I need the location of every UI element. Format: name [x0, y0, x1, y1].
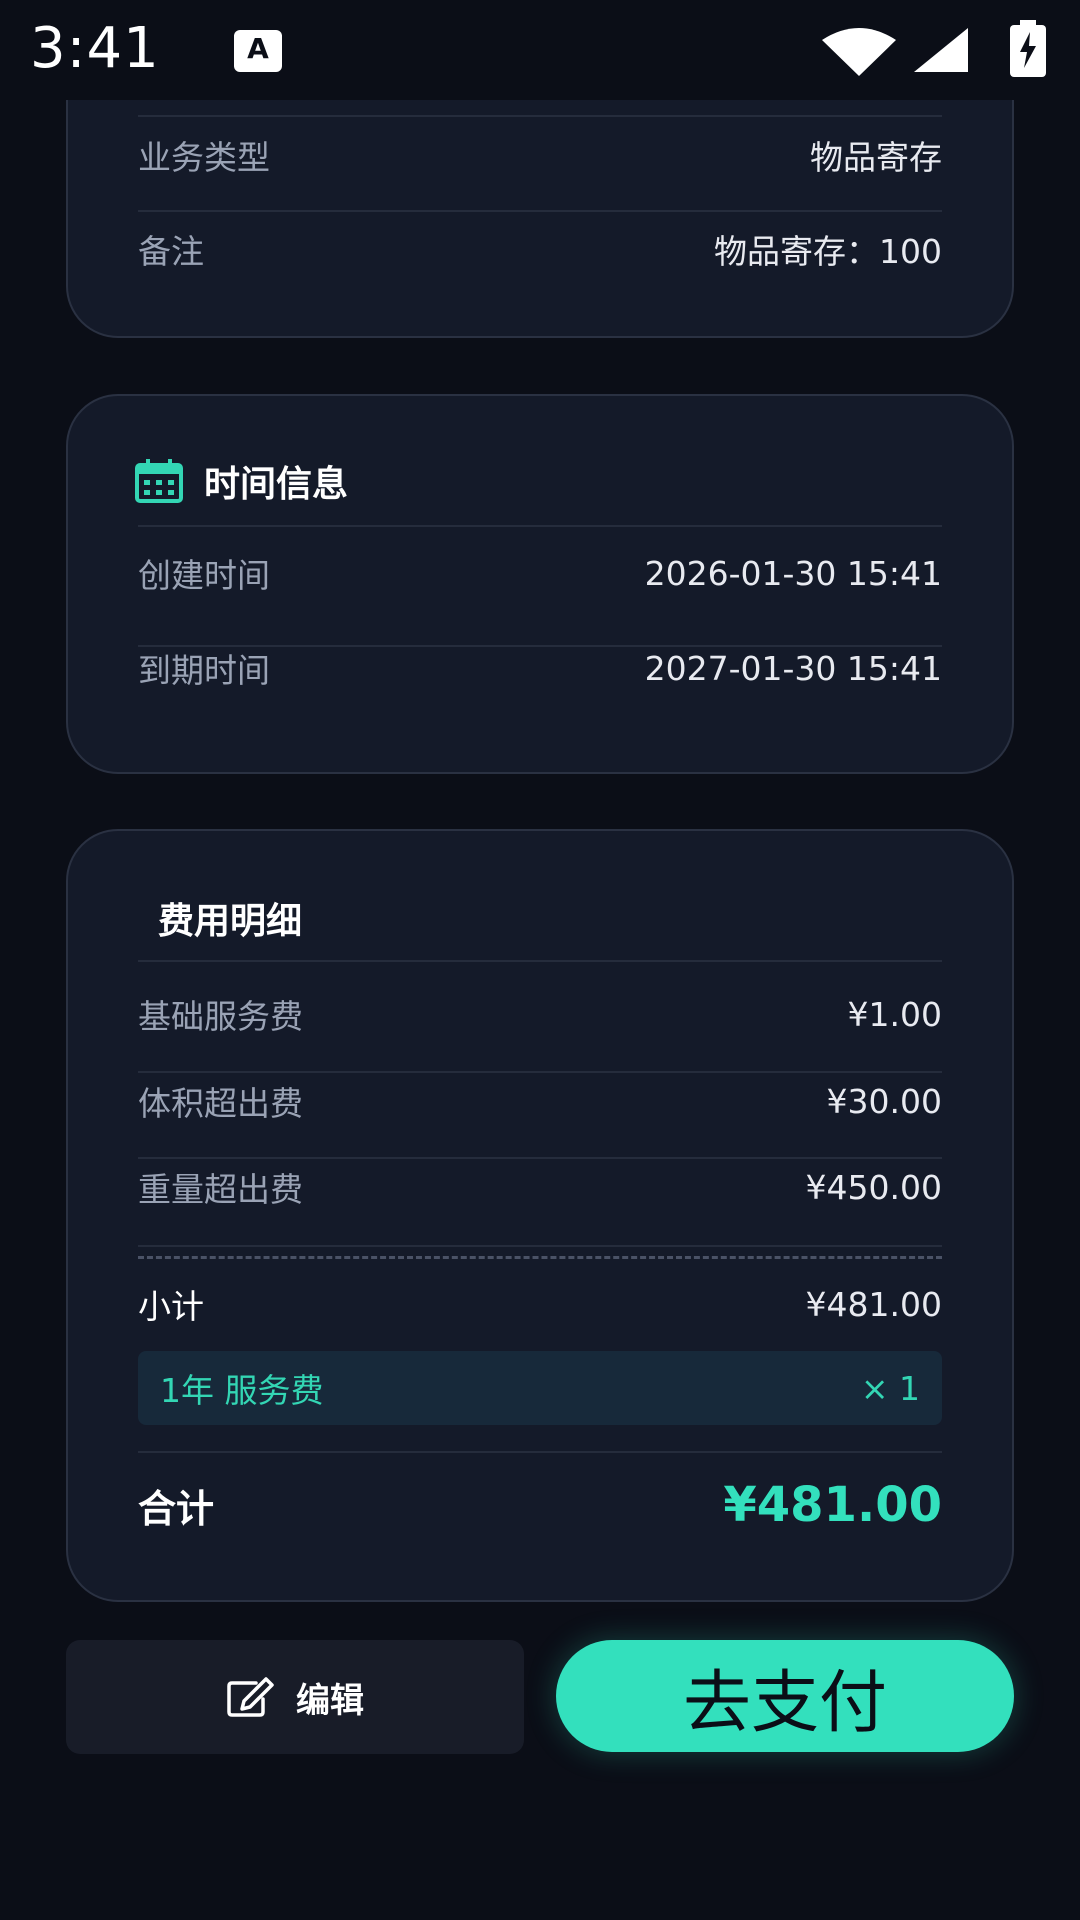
time-info-header: 时间信息: [134, 456, 348, 506]
fee-detail-card: 费用明细 基础服务费 ¥1.00 体积超出费 ¥30.00 重量超出费 ¥450…: [66, 829, 1014, 1602]
total-row: 合计 ¥481.00: [138, 1467, 942, 1543]
row-label: 基础服务费: [138, 997, 303, 1036]
row-label: 重量超出费: [138, 1170, 303, 1209]
status-time: 3:41: [30, 16, 160, 81]
fee-row-base: 基础服务费 ¥1.00: [138, 972, 942, 1056]
subtotal-value: ¥481.00: [805, 1284, 942, 1324]
row-label: 业务类型: [138, 138, 270, 177]
pay-button[interactable]: 去支付: [556, 1640, 1014, 1752]
section-title: 时间信息: [204, 464, 349, 505]
battery-charging-icon: [1010, 20, 1046, 77]
app-notification-icon: A: [234, 30, 282, 72]
info-row-remark: 备注 物品寄存：100: [138, 204, 942, 294]
pay-button-label: 去支付: [682, 1663, 887, 1743]
row-label: 创建时间: [138, 556, 270, 595]
row-value: 物品寄存: [810, 138, 942, 177]
time-row-expire: 到期时间 2027-01-30 15:41: [138, 623, 942, 713]
row-value: ¥1.00: [847, 994, 942, 1034]
fee-row-weight: 重量超出费 ¥450.00: [138, 1145, 942, 1229]
section-title: 费用明细: [158, 901, 303, 942]
row-label: 到期时间: [138, 651, 270, 690]
subtotal-label: 小计: [138, 1287, 204, 1326]
fee-detail-header: 费用明细: [158, 893, 302, 943]
row-label: 备注: [138, 232, 204, 271]
time-info-card: 时间信息 创建时间 2026-01-30 15:41 到期时间 2027-01-…: [66, 394, 1014, 774]
subtotal-row: 小计 ¥481.00: [138, 1263, 942, 1345]
service-duration-tag: 1年 服务费 × 1: [138, 1351, 942, 1425]
row-value: ¥450.00: [805, 1167, 942, 1207]
divider: [138, 1451, 942, 1453]
service-tag-quantity: × 1: [860, 1368, 920, 1408]
row-value: 2026-01-30 15:41: [644, 553, 942, 593]
total-label: 合计: [138, 1486, 215, 1531]
status-bar: 3:41 A: [0, 0, 1080, 100]
row-value: 2027-01-30 15:41: [644, 648, 942, 688]
dashed-divider: [138, 1256, 942, 1259]
edit-button-label: 编辑: [296, 1680, 364, 1721]
row-value: ¥30.00: [826, 1081, 942, 1121]
edit-button[interactable]: 编辑: [66, 1640, 524, 1754]
signal-icon: [914, 28, 968, 72]
fee-row-volume: 体积超出费 ¥30.00: [138, 1059, 942, 1143]
edit-icon: [227, 1677, 274, 1717]
divider: [138, 525, 942, 527]
time-row-created: 创建时间 2026-01-30 15:41: [138, 528, 942, 618]
service-tag-label: 1年 服务费: [160, 1371, 324, 1410]
total-value: ¥481.00: [723, 1477, 942, 1533]
divider: [138, 960, 942, 962]
row-label: 体积超出费: [138, 1084, 303, 1123]
calendar-icon: [135, 459, 183, 503]
wifi-icon: [822, 28, 896, 76]
divider: [138, 1245, 942, 1247]
row-value: 物品寄存：100: [714, 232, 942, 271]
info-row-business-type: 业务类型 物品寄存: [138, 110, 942, 200]
